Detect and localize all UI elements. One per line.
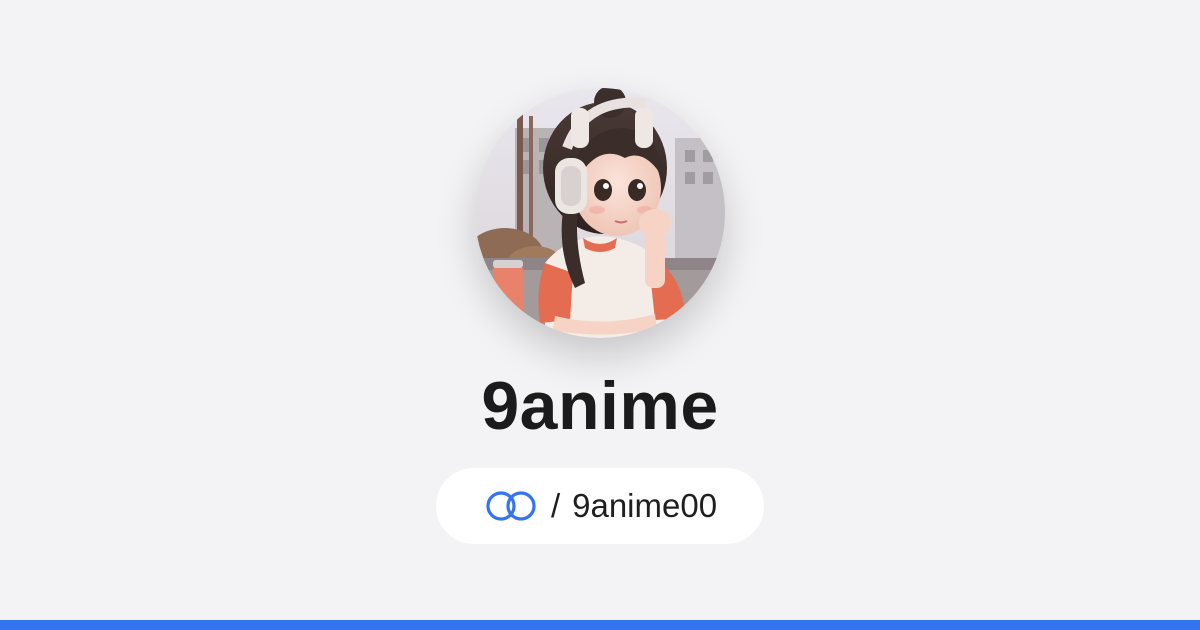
profile-card: 9anime / 9anime00 xyxy=(0,0,1200,620)
linked-rings-icon xyxy=(486,491,536,521)
avatar xyxy=(475,88,725,338)
profile-name: 9anime xyxy=(481,368,719,444)
avatar-illustration xyxy=(475,88,725,338)
accent-bar xyxy=(0,620,1200,630)
handle-text: 9anime00 xyxy=(572,487,718,524)
handle-link[interactable]: / 9anime00 xyxy=(436,468,764,544)
handle-separator: / xyxy=(550,487,561,524)
